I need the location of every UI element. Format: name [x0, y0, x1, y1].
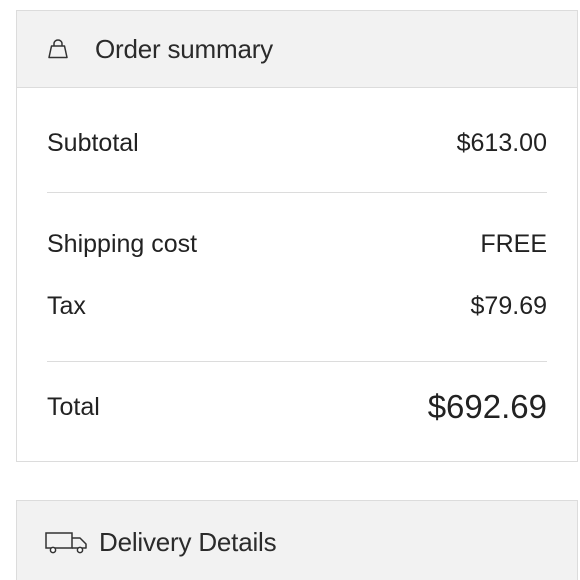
divider: [47, 192, 547, 193]
shopping-bag-icon: [47, 39, 69, 59]
order-summary-header[interactable]: Order summary: [17, 11, 577, 88]
order-summary-title: Order summary: [95, 33, 273, 64]
total-row: Total $692.69: [47, 388, 547, 426]
subtotal-label: Subtotal: [47, 129, 139, 157]
delivery-details-header[interactable]: Delivery Details: [17, 501, 577, 580]
page: Order summary Subtotal $613.00 Shipping …: [0, 0, 580, 580]
subtotal-row: Subtotal $613.00: [47, 123, 547, 158]
shipping-cost-row: Shipping cost FREE: [47, 230, 547, 259]
divider: [47, 361, 547, 362]
order-summary-card: Order summary Subtotal $613.00 Shipping …: [16, 10, 578, 462]
shipping-cost-value: FREE: [480, 230, 547, 258]
tax-label: Tax: [47, 292, 86, 320]
truck-icon: [45, 530, 91, 554]
shipping-cost-label: Shipping cost: [47, 230, 198, 258]
subtotal-value: $613.00: [456, 129, 547, 157]
tax-value: $79.69: [470, 292, 547, 320]
total-value: $692.69: [427, 388, 547, 425]
tax-row: Tax $79.69: [47, 292, 547, 321]
delivery-details-card: Delivery Details: [16, 500, 578, 580]
delivery-details-title: Delivery Details: [99, 526, 277, 557]
total-label: Total: [47, 393, 100, 421]
